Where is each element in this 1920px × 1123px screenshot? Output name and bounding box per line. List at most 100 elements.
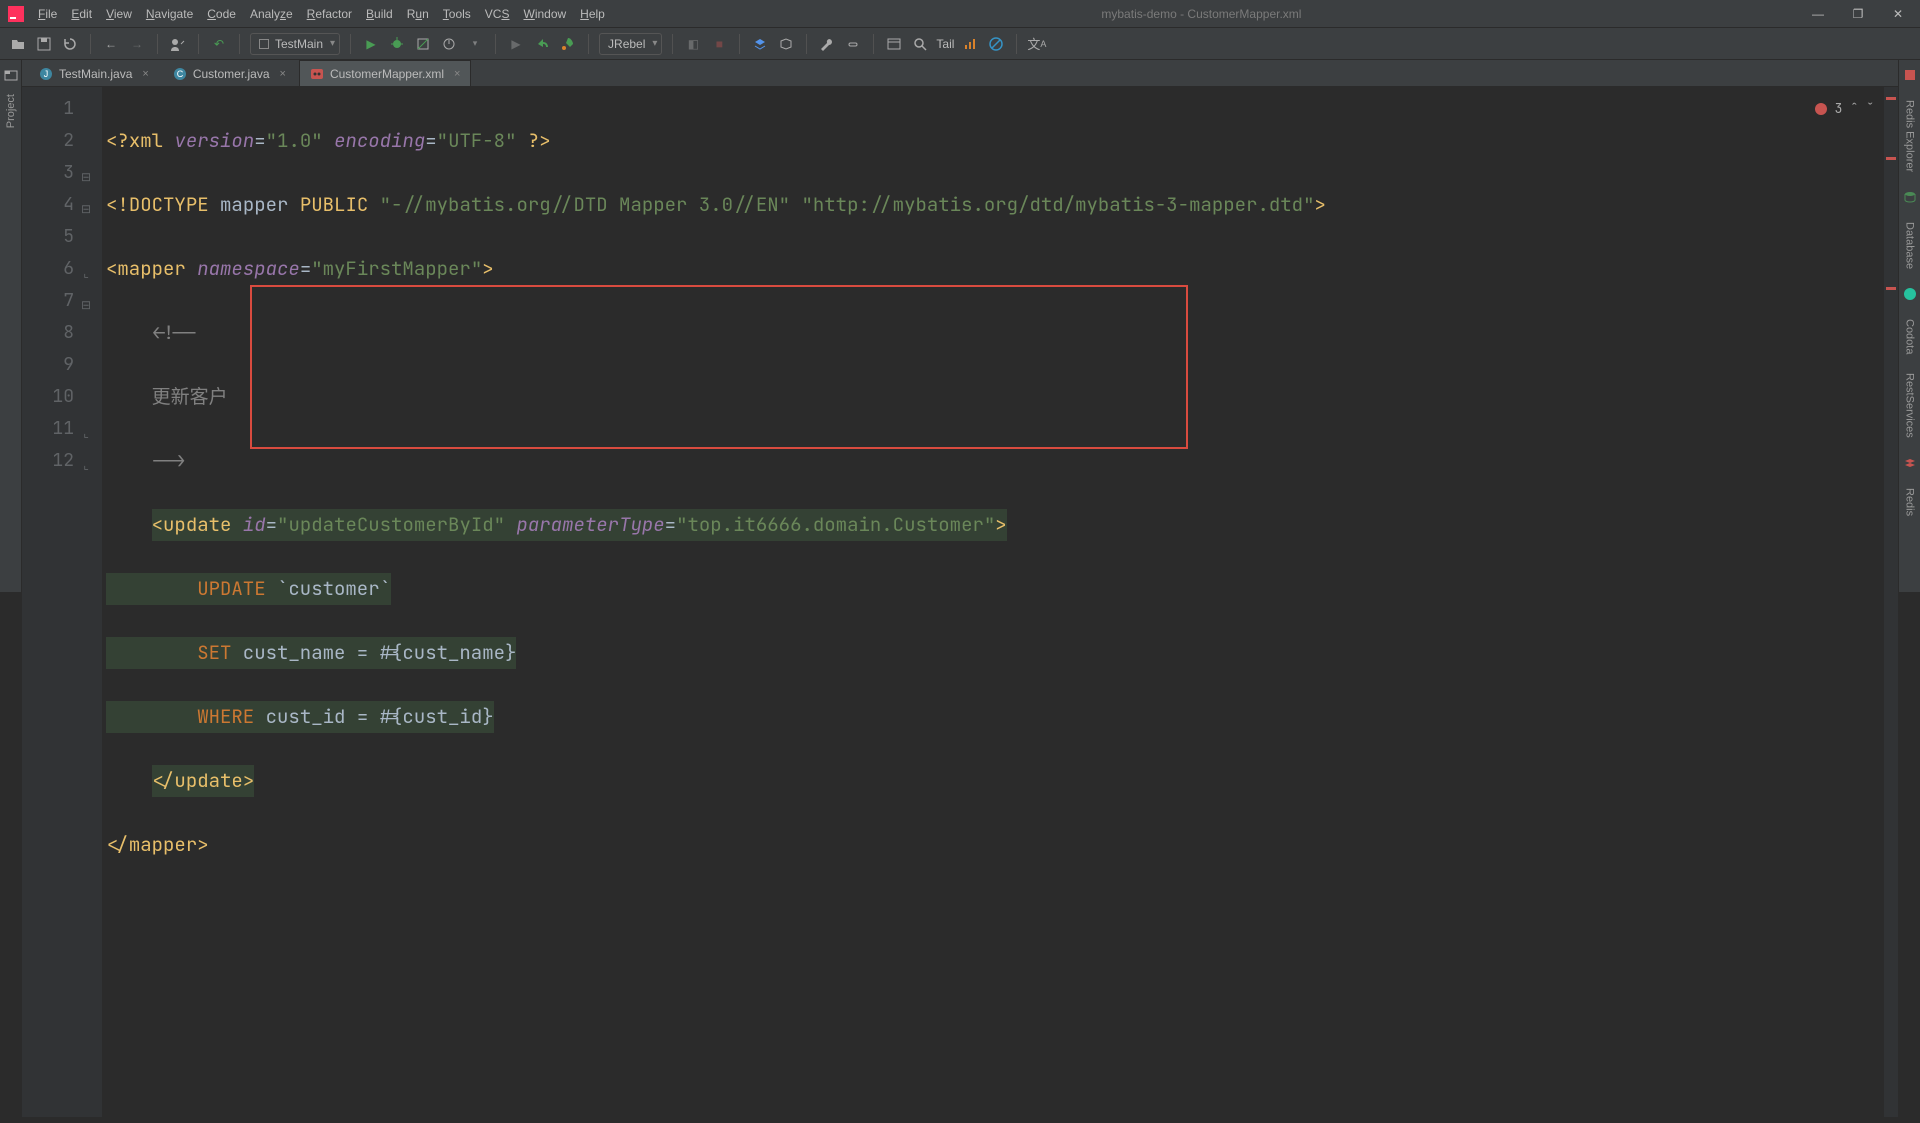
highlight-box [250, 285, 1188, 449]
fold-icon[interactable]: ⌞ [80, 257, 92, 269]
redis-icon[interactable] [1903, 456, 1917, 470]
layers-icon[interactable] [750, 34, 770, 54]
menu-vcs[interactable]: VCS [479, 5, 516, 23]
error-marker[interactable] [1886, 287, 1896, 290]
stop-icon[interactable]: ■ [709, 34, 729, 54]
wrench-icon[interactable] [817, 34, 837, 54]
tool-label[interactable]: Redis [1904, 488, 1916, 516]
menu-refactor[interactable]: Refactor [301, 5, 358, 23]
save-icon[interactable] [34, 34, 54, 54]
redis-explorer-icon[interactable] [1903, 68, 1917, 82]
project-tool-label[interactable]: Project [5, 94, 17, 128]
menu-run[interactable]: Run [401, 5, 435, 23]
line-number: 8 [22, 317, 74, 349]
chart-icon[interactable] [960, 34, 980, 54]
tail-label[interactable]: Tail [936, 34, 954, 54]
menu-code[interactable]: Code [201, 5, 242, 23]
avatar-icon[interactable] [168, 34, 188, 54]
error-marker[interactable] [1886, 97, 1896, 100]
menu-window[interactable]: Window [517, 5, 572, 23]
tab-label: TestMain.java [59, 67, 132, 81]
debug-icon[interactable] [387, 34, 407, 54]
menu-edit[interactable]: Edit [65, 5, 98, 23]
codota-icon[interactable] [1903, 287, 1917, 301]
fold-strip: ⊟ ⊟ ⌞ ⊟ ⌞ ⌞ [80, 93, 96, 1123]
close-icon[interactable]: × [142, 68, 148, 80]
profile-dropdown-icon[interactable]: ▾ [465, 34, 485, 54]
fold-icon[interactable]: ⊟ [80, 193, 92, 205]
menu-help[interactable]: Help [574, 5, 611, 23]
class-file-icon: C [173, 67, 187, 81]
tab-testmain[interactable]: J TestMain.java × [28, 60, 160, 86]
attach-icon[interactable]: ▶ [506, 34, 526, 54]
java-file-icon: J [39, 67, 53, 81]
menu-build[interactable]: Build [360, 5, 399, 23]
inspection-widget[interactable]: 3 ˆ ˇ [1815, 93, 1874, 125]
main-toolbar: ← → ↶ TestMain ▶ ▾ ▶ JRebel ◧ ■ Tail 文A [0, 28, 1920, 60]
xml-file-icon [310, 67, 324, 81]
line-number: 9 [22, 349, 74, 381]
line-number: 6 [22, 253, 74, 285]
close-icon[interactable]: × [280, 68, 286, 80]
rerun-icon[interactable] [532, 34, 552, 54]
tool-label[interactable]: Codota [1904, 319, 1916, 354]
tab-customermapper[interactable]: CustomerMapper.xml × [299, 60, 471, 86]
jrebel-select[interactable]: JRebel [599, 33, 662, 55]
menu-analyze[interactable]: Analyze [244, 5, 299, 23]
line-number: 1 [22, 93, 74, 125]
tool-label[interactable]: RestServices [1904, 373, 1916, 438]
fold-icon[interactable]: ⌞ [80, 449, 92, 461]
menu-view[interactable]: View [100, 5, 138, 23]
no-entry-icon[interactable] [986, 34, 1006, 54]
error-marker[interactable] [1886, 157, 1896, 160]
jrebel-label: JRebel [608, 37, 645, 51]
error-icon [1815, 103, 1827, 115]
line-number: 11 [22, 413, 74, 445]
code-editor[interactable]: <?xml version="1.0" encoding="UTF-8" ?> … [102, 87, 1898, 1117]
menu-file[interactable]: File [32, 5, 63, 23]
svg-text:C: C [177, 69, 184, 79]
line-number: 2 [22, 125, 74, 157]
app-icon [8, 6, 24, 22]
main-menu: File Edit View Navigate Code Analyze Ref… [32, 5, 611, 23]
code-body: 1 2 3 4 5 6 7 8 9 10 11 12 ⊟ ⊟ ⌞ ⊟ ⌞ ⌞ [22, 87, 1898, 1117]
close-icon[interactable]: × [454, 68, 460, 80]
coverage-icon[interactable] [413, 34, 433, 54]
line-number: 5 [22, 221, 74, 253]
undo-icon[interactable]: ↶ [209, 34, 229, 54]
editor-tabs: J TestMain.java × C Customer.java × Cust… [22, 60, 1898, 87]
run-config-select[interactable]: TestMain [250, 33, 340, 55]
line-number: 10 [22, 381, 74, 413]
minimize-button[interactable]: — [1804, 7, 1832, 21]
menu-tools[interactable]: Tools [437, 5, 477, 23]
line-number: 3 [22, 157, 74, 189]
tab-label: Customer.java [193, 67, 270, 81]
error-stripe[interactable] [1884, 87, 1898, 1117]
line-number: 4 [22, 189, 74, 221]
chevron-down-icon[interactable]: ˇ [1866, 93, 1874, 125]
profile-icon[interactable] [439, 34, 459, 54]
maximize-button[interactable]: ❐ [1844, 7, 1872, 21]
search-icon[interactable] [910, 34, 930, 54]
titlebar: File Edit View Navigate Code Analyze Ref… [0, 0, 1920, 28]
open-icon[interactable] [8, 34, 28, 54]
menu-navigate[interactable]: Navigate [140, 5, 199, 23]
run-icon[interactable]: ▶ [361, 34, 381, 54]
box-icon[interactable] [776, 34, 796, 54]
sync-icon[interactable] [60, 34, 80, 54]
chevron-up-icon[interactable]: ˆ [1850, 93, 1858, 125]
tab-customer[interactable]: C Customer.java × [162, 60, 297, 86]
link-icon[interactable] [843, 34, 863, 54]
translate-icon[interactable]: 文A [1027, 34, 1046, 54]
close-button[interactable]: ✕ [1884, 7, 1912, 21]
open-folder-icon[interactable]: ◧ [683, 34, 703, 54]
project-tool-icon[interactable] [4, 68, 18, 82]
window-icon[interactable] [884, 34, 904, 54]
fold-icon[interactable]: ⌞ [80, 417, 92, 429]
back-icon[interactable]: ← [101, 34, 121, 54]
rocket-icon[interactable] [558, 34, 578, 54]
forward-icon[interactable]: → [127, 34, 147, 54]
line-number: 7 [22, 285, 74, 317]
fold-icon[interactable]: ⊟ [80, 161, 92, 173]
fold-icon[interactable]: ⊟ [80, 289, 92, 301]
